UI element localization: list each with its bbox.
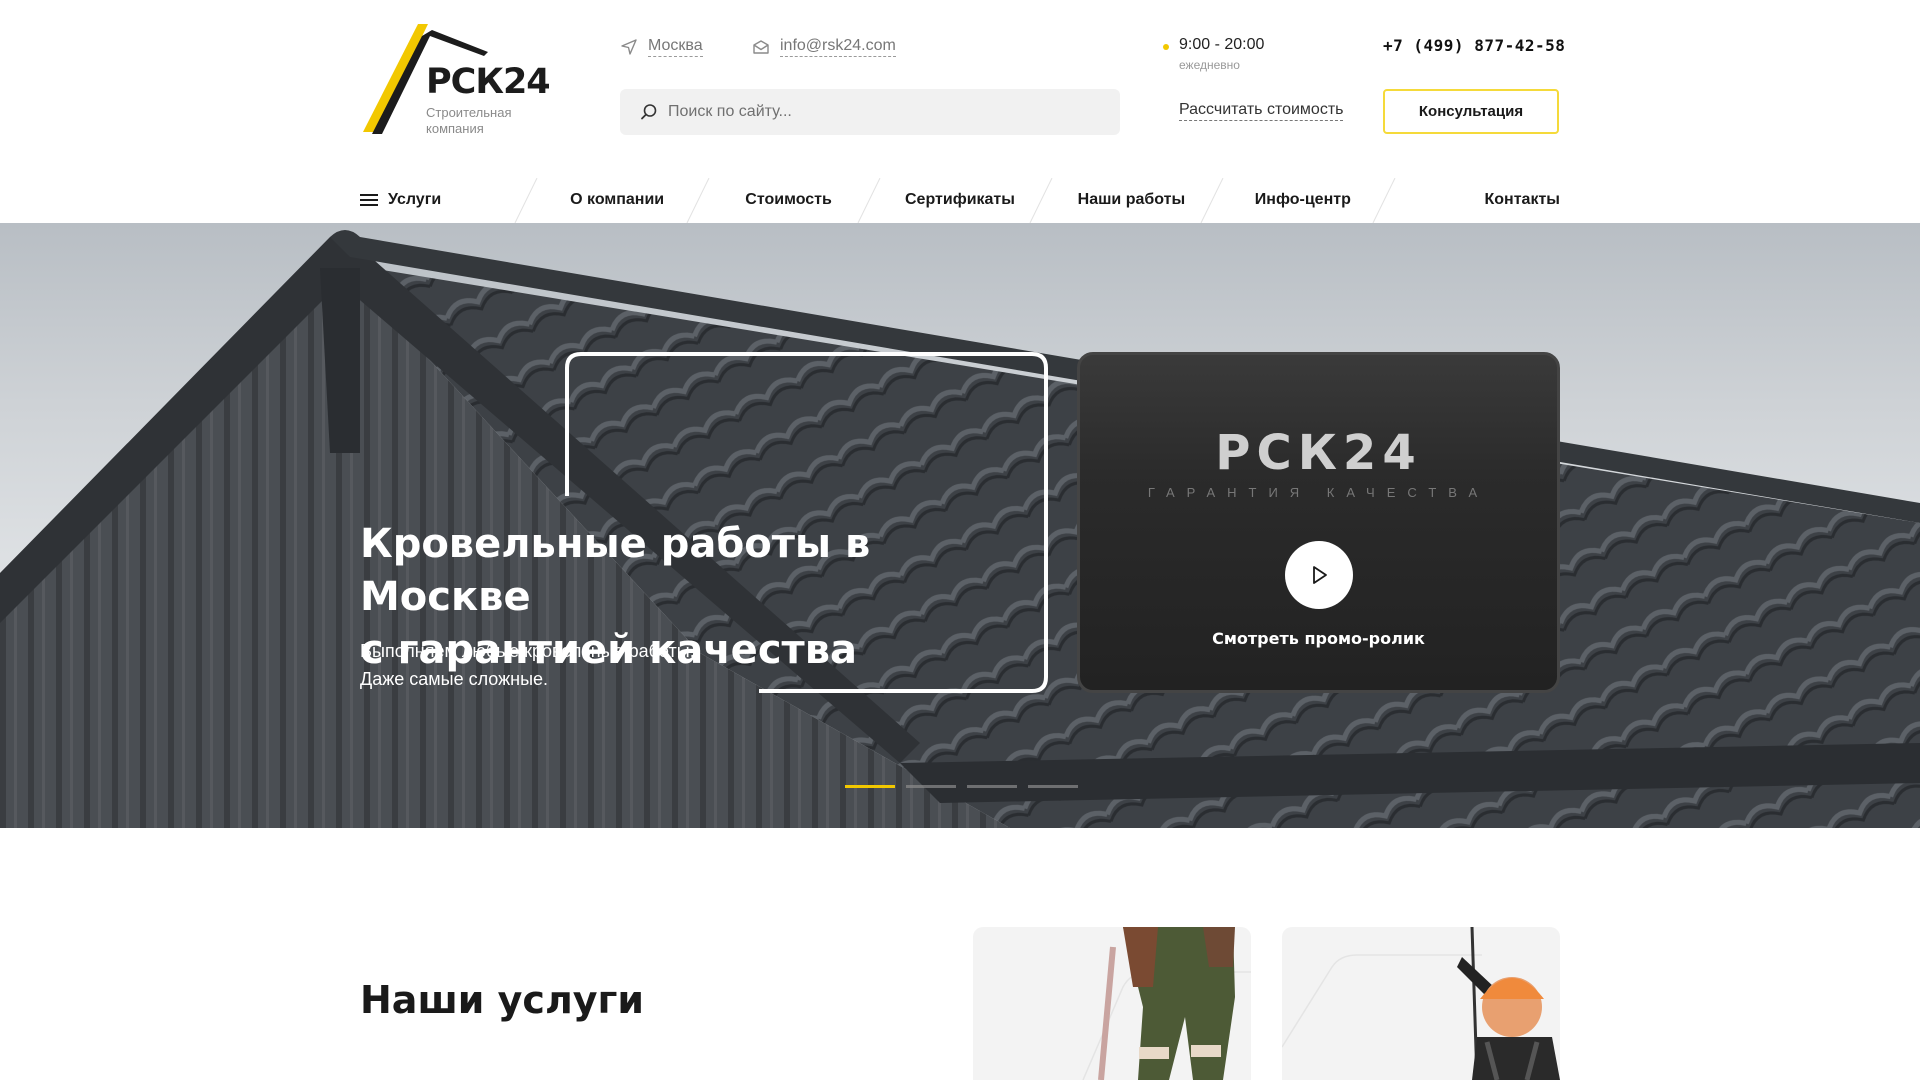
city-label: Москва — [648, 36, 703, 57]
status-dot-icon — [1163, 44, 1169, 50]
hero-subtitle-line: Даже самые сложные. — [360, 669, 549, 689]
location-arrow-icon — [621, 38, 637, 55]
site-header: РСК24 Строительная компания Москва info@… — [0, 0, 1920, 223]
company-logo[interactable]: РСК24 Строительная компания — [360, 22, 551, 137]
video-tagline: ГАРАНТИЯ КАЧЕСТВА — [1147, 485, 1490, 500]
menu-burger-icon — [360, 193, 378, 206]
hours-days: ежедневно — [1179, 58, 1240, 72]
nav-item-about[interactable]: О компании — [531, 176, 710, 223]
video-label: Смотреть промо-ролик — [1212, 629, 1425, 648]
play-icon — [1313, 566, 1327, 584]
hero-subtitle: Выполняем любые кровельные работы. Даже … — [360, 637, 760, 693]
email-link[interactable]: info@rsk24.com — [752, 36, 896, 57]
calculate-cost-link[interactable]: Рассчитать стоимость — [1179, 100, 1344, 121]
service-card-image — [1082, 927, 1251, 1080]
nav-item-label: Контакты — [1484, 190, 1560, 208]
main-nav: Услуги О компании Стоимость Сертификаты … — [360, 176, 1560, 223]
consultation-button[interactable]: Консультация — [1383, 89, 1559, 134]
logo-name: РСК24 — [426, 62, 551, 102]
service-card[interactable] — [973, 927, 1251, 1080]
nav-item-pricing[interactable]: Стоимость — [703, 176, 881, 223]
nav-item-certificates[interactable]: Сертификаты — [874, 176, 1053, 223]
search-input[interactable] — [668, 103, 1108, 121]
hours-time: 9:00 - 20:00 — [1179, 36, 1265, 53]
nav-item-label: Наши работы — [1077, 190, 1186, 208]
service-card-image — [1282, 927, 1560, 1080]
nav-item-portfolio[interactable]: Наши работы — [1046, 176, 1224, 223]
slider-dot[interactable] — [1028, 785, 1078, 788]
email-label: info@rsk24.com — [780, 36, 896, 57]
nav-item-label: Стоимость — [745, 190, 832, 208]
nav-item-label: Сертификаты — [905, 190, 1015, 208]
nav-item-info-center[interactable]: Инфо-центр — [1217, 176, 1395, 223]
slider-pagination — [845, 785, 1078, 788]
nav-item-services[interactable]: Услуги — [360, 176, 538, 223]
services-title: Наши услуги — [360, 978, 645, 1022]
slider-dot[interactable] — [967, 785, 1017, 788]
hero-title-line: Кровельные работы в Москве — [360, 521, 871, 620]
video-logo: РСК24 — [1215, 425, 1422, 481]
nav-item-label: Инфо-центр — [1254, 190, 1351, 208]
logo-subtitle: Строительная компания — [426, 105, 512, 136]
search-icon[interactable] — [640, 103, 658, 121]
play-button[interactable] — [1285, 541, 1353, 609]
nav-item-label: О компании — [570, 190, 665, 208]
envelope-icon — [753, 39, 769, 54]
hero-subtitle-line: Выполняем любые кровельные работы. — [360, 641, 695, 661]
nav-item-contacts[interactable]: Контакты — [1389, 176, 1560, 223]
hero-slider: Кровельные работы в Москве с гарантией к… — [0, 223, 1920, 828]
service-card[interactable] — [1282, 927, 1560, 1080]
nav-item-label: Услуги — [388, 190, 442, 208]
slider-dot[interactable] — [845, 785, 895, 788]
slider-dot[interactable] — [906, 785, 956, 788]
promo-video-card[interactable]: РСК24 ГАРАНТИЯ КАЧЕСТВА Смотреть промо-р… — [1077, 352, 1560, 693]
phone-link[interactable]: +7 (499) 877-42-58 — [1383, 36, 1565, 55]
city-selector[interactable]: Москва — [620, 36, 703, 57]
site-search — [620, 89, 1120, 135]
